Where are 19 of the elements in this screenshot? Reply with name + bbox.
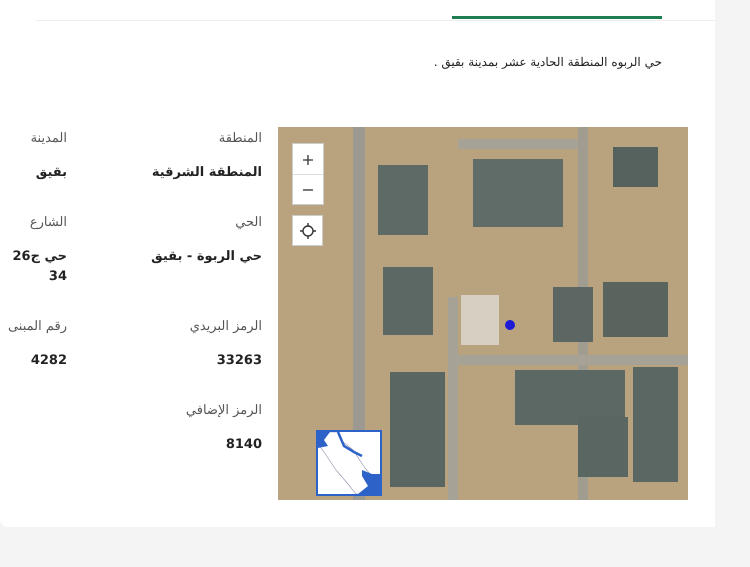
field-value: بقيق [34, 164, 67, 182]
field-value: 4282 [30, 352, 67, 370]
field-value: حي الربوة - بقيق [151, 248, 262, 266]
crosshair-icon [300, 222, 316, 238]
field-label: الرمز البريدي [190, 318, 262, 336]
field-value: 8140 [226, 436, 262, 454]
overview-map[interactable] [316, 430, 382, 496]
field-label: الشارع [30, 214, 67, 232]
region-map-drawing [318, 432, 380, 494]
field-label: الحي [235, 214, 262, 232]
locate-button[interactable] [292, 215, 323, 246]
field-label: الرمز الإضافي [186, 402, 262, 420]
field-value: 33263 [216, 352, 262, 370]
field-label: المنطقة [218, 130, 262, 148]
field-value: حي ج26 34 [11, 248, 67, 286]
location-description: حي الربوه المنطقة الحادية عشر بمدينة بقيق . [432, 54, 662, 71]
field-label: المدينة [30, 130, 67, 148]
field-value: المنطقة الشرقية [152, 164, 262, 182]
field-label: رقم المبنى [8, 318, 67, 336]
